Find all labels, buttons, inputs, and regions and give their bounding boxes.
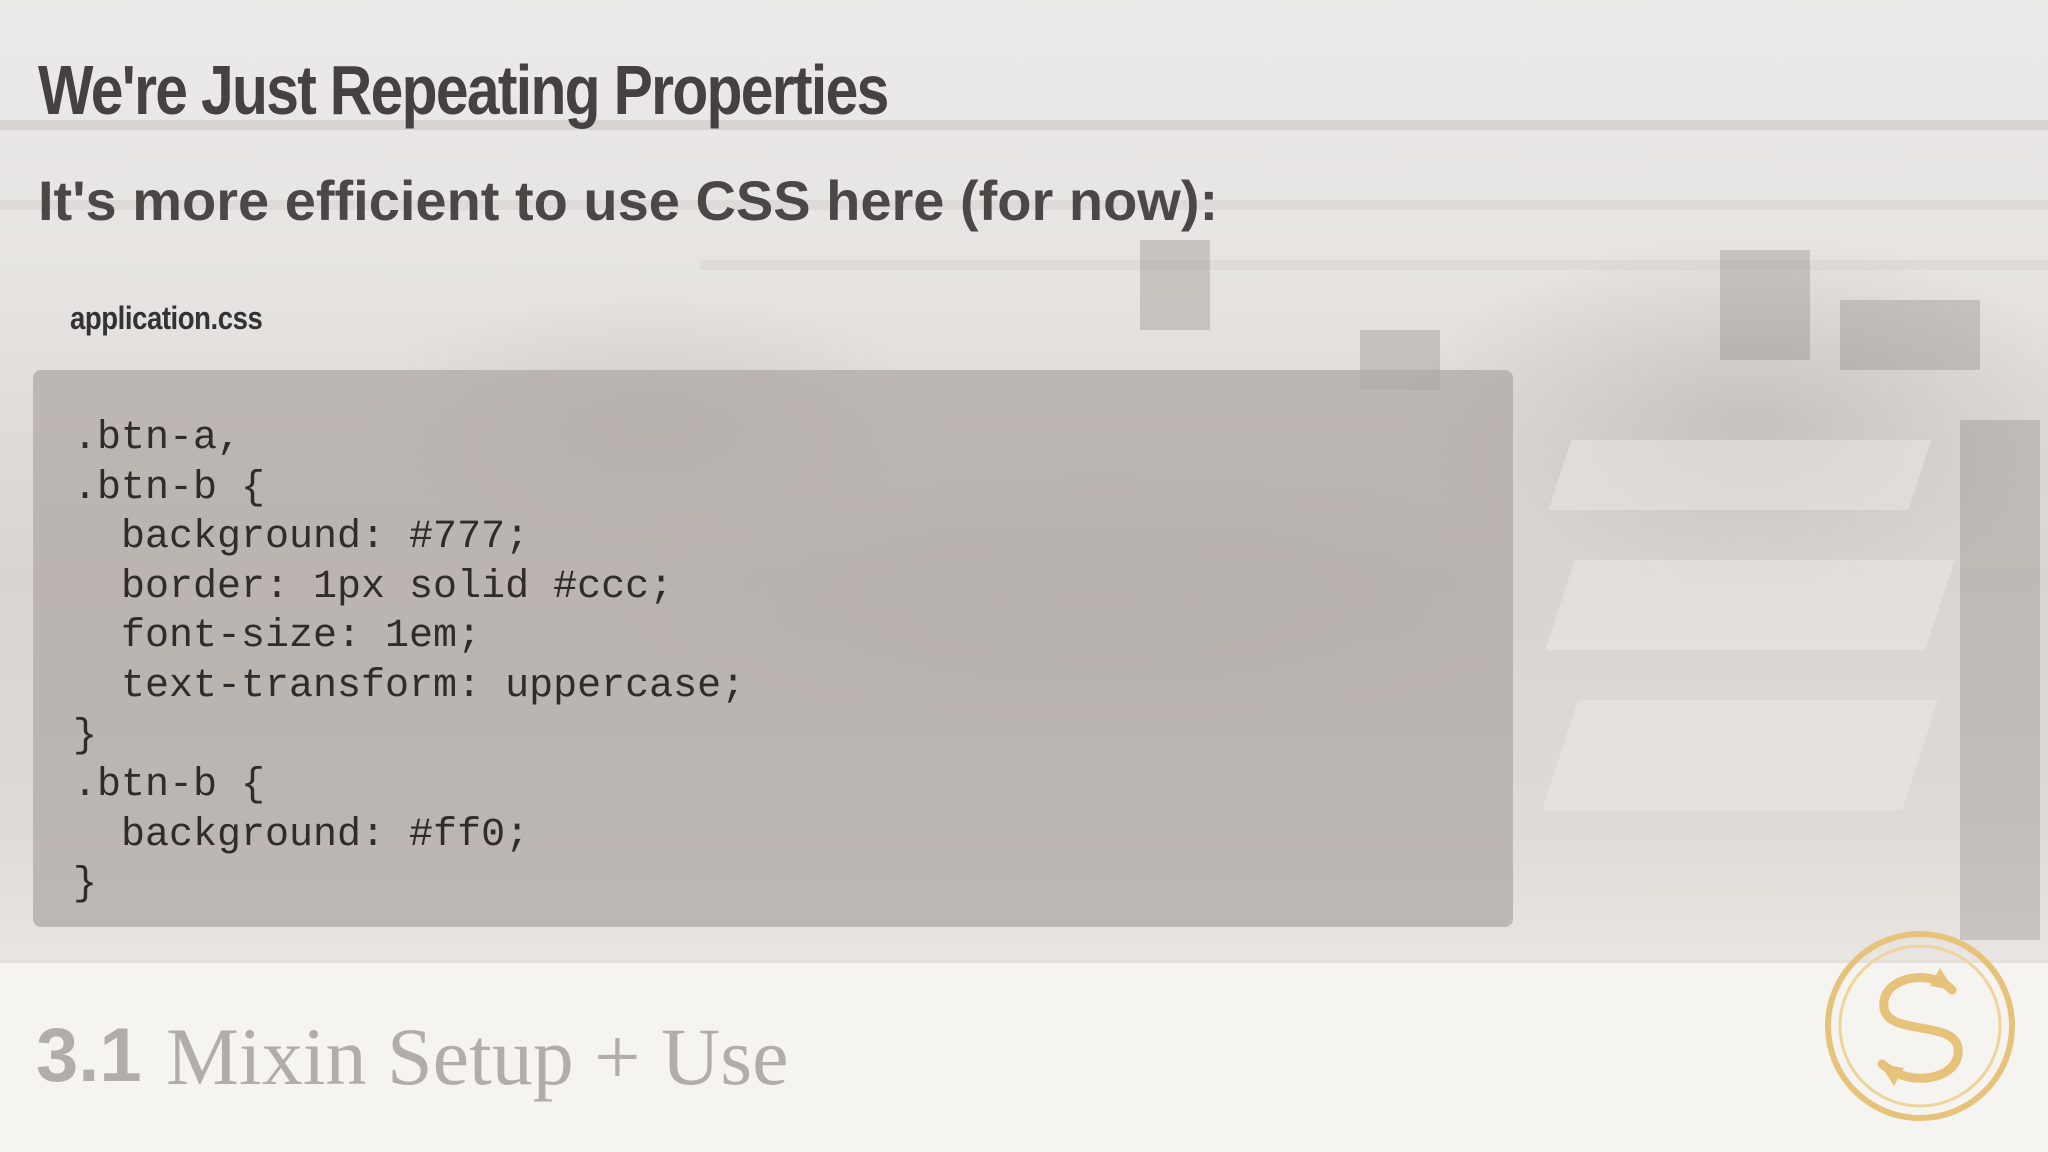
code-line: }	[73, 862, 98, 908]
code-line: border: 1px solid #ccc;	[73, 564, 674, 610]
code-line: .btn-a,	[73, 416, 242, 461]
code-block: .btn-a, .btn-b { background: #777; borde…	[33, 370, 1513, 927]
code-line: text-transform: uppercase;	[73, 663, 746, 709]
slide-subtitle: It's more efficient to use CSS here (for…	[38, 169, 1219, 232]
code-line: background: #ff0;	[73, 812, 530, 858]
section-title: Mixin Setup + Use	[166, 1011, 789, 1102]
code-line: font-size: 1em;	[73, 614, 482, 660]
slide-title: We're Just Repeating Properties	[38, 51, 889, 129]
code-line: background: #777;	[73, 515, 530, 561]
code-filename-label: application.css	[70, 300, 263, 336]
code-line: .btn-b {	[73, 465, 266, 511]
code-line: }	[73, 713, 98, 759]
section-number: 3.1	[36, 1013, 142, 1098]
sass-logo-icon	[1822, 928, 2018, 1124]
code-line: .btn-b {	[73, 763, 266, 809]
